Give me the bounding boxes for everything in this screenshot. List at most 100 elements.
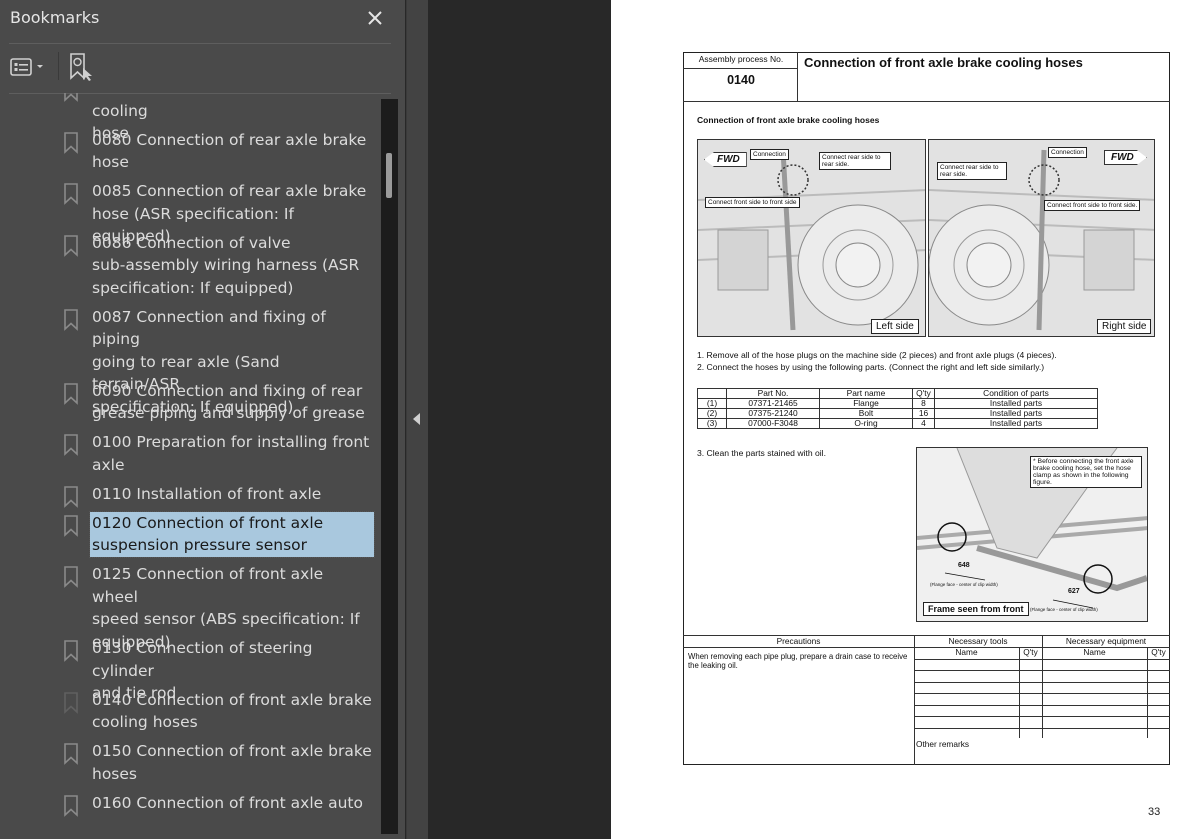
page-title: Connection of front axle brake cooling h… — [804, 55, 1083, 70]
dimension-left: 648 — [958, 562, 970, 569]
callout-front-side: Connect front side to front side — [705, 197, 800, 208]
grid-line — [914, 658, 1170, 660]
bookmark-label-line: 0100 Preparation for installing front — [92, 433, 370, 451]
table-cell: (2) — [697, 408, 727, 419]
table-cell: Installed parts — [934, 398, 1098, 409]
table-cell: O-ring — [819, 418, 913, 429]
bookmark-label: 0100 Preparation for installing front axl… — [90, 431, 374, 476]
table-row: (3) 07000-F3048 O-ring 4 Installed parts — [697, 418, 1098, 429]
bookmark-item[interactable]: 0087 Connection and fixing of piping goin… — [0, 306, 380, 416]
bookmark-icon — [64, 234, 78, 257]
tools-name-col: Name — [955, 647, 978, 657]
triangle-left-icon — [413, 413, 420, 425]
bookmark-item[interactable]: 0160 Connection of front axle auto — [0, 792, 380, 817]
divider — [683, 101, 1170, 102]
page-number: 33 — [1148, 806, 1161, 818]
bookmark-item[interactable]: 0130 Connection of steering cylinder and … — [0, 637, 380, 702]
bookmark-icon — [64, 743, 78, 765]
process-no: 0140 — [727, 73, 755, 87]
scrollbar-thumb[interactable] — [386, 153, 392, 198]
bookmark-icon — [64, 183, 78, 205]
equipment-qty-col: Q'ty — [1151, 647, 1166, 657]
close-panel-button[interactable] — [364, 6, 386, 30]
divider — [797, 52, 798, 101]
toolbar-separator — [58, 52, 59, 80]
bookmark-icon — [64, 640, 78, 662]
bookmark-label-line: speed sensor (ABS specification: If — [92, 610, 360, 628]
bookmark-item[interactable]: 0090 Connection and fixing of rear grease… — [0, 380, 380, 425]
bookmark-label: 0160 Connection of front axle auto — [90, 792, 374, 815]
scrollbar-track[interactable] — [381, 99, 398, 834]
bookmark-label-line: suspension pressure sensor — [92, 536, 308, 554]
bookmark-item[interactable]: 0080 Connection of rear axle brake hose — [0, 129, 380, 174]
tools-header: Necessary tools — [948, 636, 1008, 646]
bookmark-item[interactable]: 0070 Connection of rear axle coolinghose — [0, 93, 380, 142]
table-row: (2) 07375-21240 Bolt 16 Installed parts — [697, 408, 1098, 419]
bookmark-icon — [64, 434, 78, 456]
frame-note: * Before connecting the front axle brake… — [1030, 456, 1142, 488]
bookmark-label-line: 0110 Installation of front axle — [92, 484, 322, 503]
close-icon — [368, 11, 382, 25]
dimension-note-right: (Flange face - center of clip width) — [1030, 607, 1098, 612]
equipment-header: Necessary equipment — [1065, 636, 1147, 646]
table-header-row: Part No. Part name Q'ty Condition of par… — [697, 388, 1098, 399]
find-current-bookmark-icon — [70, 53, 92, 81]
bookmark-icon — [64, 566, 78, 588]
table-header — [697, 388, 727, 399]
callout-rear-side: Connect rear side to rear side. — [819, 152, 891, 170]
step-3: 3. Clean the parts stained with oil. — [697, 448, 826, 458]
bookmark-label-line: hoses — [92, 764, 137, 783]
find-current-bookmark-button[interactable] — [68, 52, 98, 82]
grid-line — [914, 716, 1170, 717]
chevron-down-icon — [37, 65, 43, 68]
bookmark-item[interactable]: 0120 Connection of front axle suspension … — [0, 510, 380, 558]
grid-line — [914, 670, 1170, 671]
parts-table: Part No. Part name Q'ty Condition of par… — [697, 388, 1098, 429]
bookmark-icon — [64, 794, 78, 817]
table-cell: 4 — [912, 418, 935, 429]
table-cell: Installed parts — [934, 418, 1098, 429]
bookmarks-toolbar — [0, 44, 405, 92]
collapse-panel-button[interactable] — [413, 410, 421, 425]
bookmark-item[interactable]: 0110 Installation of front axle — [0, 483, 380, 508]
process-no-label: Assembly process No. — [698, 54, 784, 64]
options-menu-button[interactable] — [10, 54, 50, 80]
bookmark-item[interactable]: 0140 Connection of front axle brake cooli… — [0, 689, 380, 734]
table-cell: 07375-21240 — [726, 408, 820, 419]
bookmark-icon — [64, 514, 78, 537]
bookmark-item[interactable]: 0086 Connection of valve sub-assembly wir… — [0, 232, 380, 300]
grid-line — [914, 727, 1170, 729]
bookmark-item[interactable]: 0150 Connection of front axle brake hoses — [0, 740, 380, 785]
tools-qty-col: Q'ty — [1023, 647, 1038, 657]
bookmark-list: 0070 Connection of rear axle coolinghose… — [0, 93, 380, 839]
grid-line — [914, 681, 1170, 683]
bookmark-label-line: 0070 Connection of rear axle cooling — [92, 93, 318, 120]
bookmarks-panel: Bookmarks 0070 Connection of rear axle — [0, 0, 405, 839]
step-1: 1. Remove all of the hose plugs on the m… — [697, 350, 1057, 360]
bookmark-label-line: 0086 Connection of valve — [92, 233, 291, 252]
bookmark-icon — [64, 485, 78, 508]
caption-left-side: Left side — [871, 319, 919, 334]
bookmark-label-line: 0160 Connection of front axle auto — [92, 793, 363, 812]
bookmark-label-line: 0140 Connection of front axle brake — [92, 690, 372, 709]
table-cell: 07371-21465 — [726, 398, 820, 409]
callout-rear-side: Connect rear side to rear side. — [937, 162, 1007, 180]
bookmark-label-line: specification: If equipped) — [92, 278, 294, 297]
axle-illustration-left — [698, 140, 925, 336]
bookmark-label: 0086 Connection of valve sub-assembly wir… — [90, 232, 374, 300]
dimension-right: 627 — [1068, 588, 1080, 595]
bookmark-icon — [64, 131, 78, 154]
table-cell: Flange — [819, 398, 913, 409]
bookmark-label-line: 0080 Connection of rear axle brake — [92, 130, 367, 149]
equipment-name-col: Name — [1083, 647, 1106, 657]
caption-right-side: Right side — [1097, 319, 1152, 334]
bookmark-item[interactable]: 0125 Connection of front axle wheel speed… — [0, 563, 380, 651]
bookmark-icon — [64, 308, 78, 331]
bookmark-item[interactable]: 0100 Preparation for installing front axl… — [0, 431, 380, 476]
bookmark-item[interactable]: 0085 Connection of rear axle brake hose (… — [0, 180, 380, 245]
table-cell: (3) — [697, 418, 727, 429]
table-cell: Bolt — [819, 408, 913, 419]
bookmark-label: 0110 Installation of front axle — [90, 483, 374, 506]
grid-line — [914, 693, 1170, 694]
table-row: (1) 07371-21465 Flange 8 Installed parts — [697, 398, 1098, 409]
